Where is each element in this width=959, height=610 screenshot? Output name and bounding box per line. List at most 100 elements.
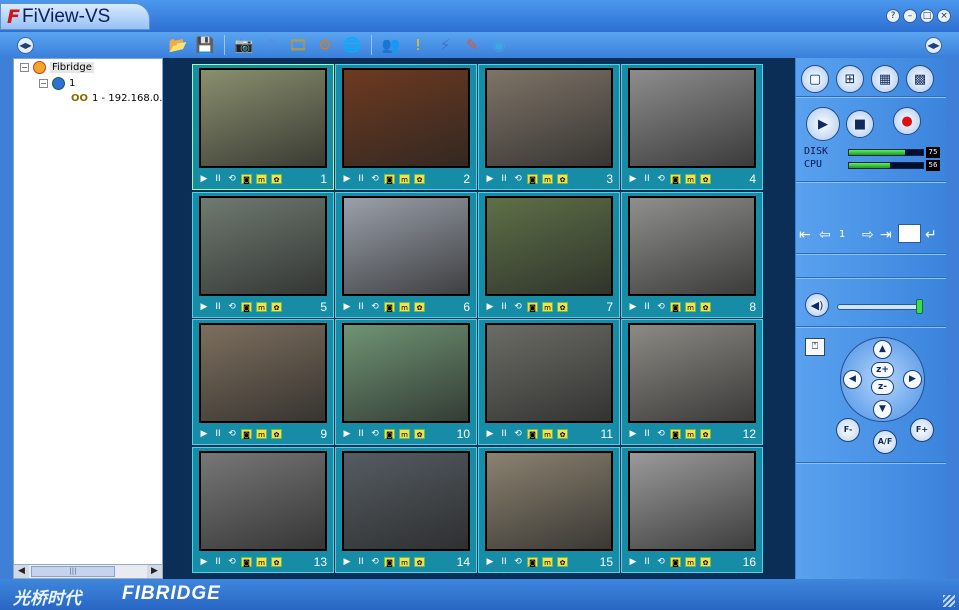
resize-grip-icon[interactable] — [943, 595, 955, 607]
play-icon[interactable]: ▶ — [340, 428, 354, 440]
snapshot-icon[interactable]: ◙ — [384, 174, 395, 184]
play-icon[interactable]: ▶ — [626, 301, 640, 313]
play-icon[interactable]: ▶ — [340, 556, 354, 568]
play-icon[interactable]: ▶ — [197, 556, 211, 568]
speaker-button[interactable]: ◀) — [805, 293, 829, 317]
schedule-button[interactable]: ⏱ — [259, 33, 283, 57]
camera-video[interactable] — [485, 323, 613, 423]
audio-icon[interactable]: ⟲ — [511, 556, 525, 568]
playback-button[interactable]: 🎞 — [286, 33, 310, 57]
camera-video[interactable] — [199, 68, 327, 168]
pause-icon[interactable]: II — [497, 301, 511, 313]
tree-node-group[interactable]: − 1 — [39, 77, 75, 90]
camera-video[interactable] — [628, 450, 756, 551]
focus-plus-button[interactable]: F+ — [910, 418, 934, 442]
pause-icon[interactable]: II — [211, 428, 225, 440]
ptz-down-button[interactable]: ▼ — [873, 400, 892, 419]
connect-button[interactable]: ⚡ — [433, 33, 457, 57]
audio-icon[interactable]: ⟲ — [225, 301, 239, 313]
open-folder-button[interactable]: 📂 — [166, 33, 190, 57]
pause-icon[interactable]: II — [640, 428, 654, 440]
settings-icon[interactable]: ✿ — [271, 556, 282, 567]
ptz-right-button[interactable]: ▶ — [903, 370, 922, 389]
camera-video[interactable] — [342, 450, 470, 551]
play-icon[interactable]: ▶ — [197, 428, 211, 440]
snapshot-icon[interactable]: ◙ — [384, 429, 395, 439]
focus-minus-button[interactable]: F- — [836, 418, 860, 442]
save-button[interactable]: 💾 — [193, 33, 217, 57]
record-icon[interactable]: m — [685, 301, 696, 312]
volume-slider[interactable] — [837, 304, 922, 310]
camera-video[interactable] — [628, 68, 756, 168]
camera-video[interactable] — [485, 68, 613, 168]
play-icon[interactable]: ▶ — [197, 173, 211, 185]
config-button[interactable]: ⚙ — [313, 33, 337, 57]
scroll-thumb[interactable]: ||| — [31, 566, 115, 577]
snapshot-icon[interactable]: ◙ — [384, 301, 395, 312]
pause-icon[interactable]: II — [640, 556, 654, 568]
camera-video[interactable] — [628, 195, 756, 296]
users-button[interactable]: 👥 — [379, 33, 403, 57]
zoom-in-button[interactable]: z+ — [871, 362, 894, 378]
record-icon[interactable]: m — [399, 174, 410, 184]
play-icon[interactable]: ▶ — [483, 301, 497, 313]
settings-icon[interactable]: ✿ — [271, 301, 282, 312]
erase-button[interactable]: ✎ — [460, 33, 484, 57]
camera-cell[interactable]: ▶ II ⟲ ◙ m ✿ 12 — [621, 319, 763, 445]
audio-icon[interactable]: ⟲ — [654, 428, 668, 440]
tree-node-device[interactable]: OO 1 - 192.168.0. — [71, 93, 162, 104]
record-icon[interactable]: m — [256, 429, 267, 439]
play-icon[interactable]: ▶ — [626, 556, 640, 568]
pause-icon[interactable]: II — [640, 173, 654, 185]
snapshot-icon[interactable]: ◙ — [670, 301, 681, 312]
snapshot-icon[interactable]: ◙ — [527, 429, 538, 439]
page-input[interactable] — [898, 224, 921, 243]
snapshot-icon[interactable]: ◙ — [670, 429, 681, 439]
play-icon[interactable]: ▶ — [626, 428, 640, 440]
camera-video[interactable] — [485, 450, 613, 551]
pause-icon[interactable]: II — [211, 301, 225, 313]
tree-scrollbar[interactable]: ◀ ||| ▶ — [13, 564, 163, 579]
camera-cell[interactable]: ▶ II ⟲ ◙ m ✿ 6 — [335, 191, 477, 318]
record-icon[interactable]: m — [542, 429, 553, 439]
camera-cell[interactable]: ▶ II ⟲ ◙ m ✿ 3 — [478, 64, 620, 190]
camera-cell[interactable]: ▶ II ⟲ ◙ m ✿ 16 — [621, 446, 763, 573]
record-icon[interactable]: m — [542, 174, 553, 184]
audio-icon[interactable]: ⟲ — [225, 173, 239, 185]
play-icon[interactable]: ▶ — [483, 428, 497, 440]
pause-icon[interactable]: II — [211, 556, 225, 568]
pause-icon[interactable]: II — [354, 428, 368, 440]
record-icon[interactable]: m — [685, 429, 696, 439]
zoom-out-button[interactable]: z- — [871, 379, 894, 395]
pause-icon[interactable]: II — [354, 301, 368, 313]
camera-video[interactable] — [199, 450, 327, 551]
audio-icon[interactable]: ⟲ — [225, 556, 239, 568]
tree-node-root[interactable]: − Fibridge — [20, 61, 94, 74]
snapshot-icon[interactable]: ◙ — [670, 174, 681, 184]
collapse-right-button[interactable]: ◀▶ — [925, 37, 942, 54]
camera-video[interactable] — [342, 68, 470, 168]
camera-video[interactable] — [628, 323, 756, 423]
help-button[interactable]: ? — [886, 9, 900, 23]
play-icon[interactable]: ▶ — [197, 301, 211, 313]
stop-button[interactable]: ■ — [846, 110, 874, 138]
snapshot-icon[interactable]: ◙ — [527, 556, 538, 567]
play-icon[interactable]: ▶ — [626, 173, 640, 185]
camera-cell[interactable]: ▶ II ⟲ ◙ m ✿ 4 — [621, 64, 763, 190]
settings-icon[interactable]: ✿ — [557, 429, 568, 439]
snapshot-icon[interactable]: ◙ — [241, 174, 252, 184]
collapse-icon[interactable]: − — [20, 63, 29, 72]
camera-cell[interactable]: ▶ II ⟲ ◙ m ✿ 7 — [478, 191, 620, 318]
settings-icon[interactable]: ✿ — [700, 429, 711, 439]
audio-icon[interactable]: ⟲ — [654, 173, 668, 185]
snapshot-icon[interactable]: ◙ — [670, 556, 681, 567]
volume-slider-knob[interactable] — [915, 299, 923, 314]
settings-icon[interactable]: ✿ — [414, 174, 425, 184]
pause-icon[interactable]: II — [354, 173, 368, 185]
settings-icon[interactable]: ✿ — [414, 556, 425, 567]
play-icon[interactable]: ▶ — [483, 556, 497, 568]
camera-cell[interactable]: ▶ II ⟲ ◙ m ✿ 13 — [192, 446, 334, 573]
camera-video[interactable] — [342, 195, 470, 296]
camera-video[interactable] — [199, 323, 327, 423]
layout-1-button[interactable]: ▢ — [801, 65, 829, 93]
